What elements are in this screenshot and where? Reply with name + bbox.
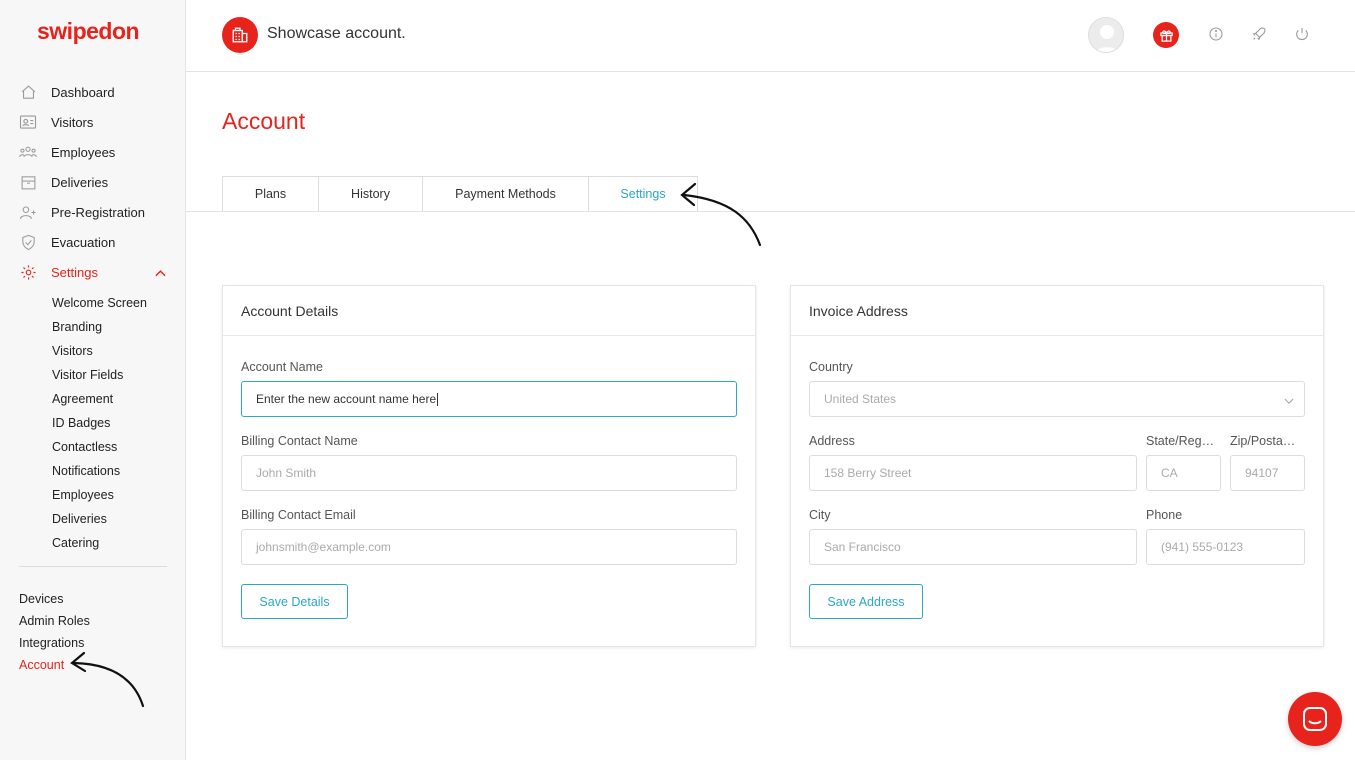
sidebar-item-label: Settings <box>51 264 98 280</box>
zip-label: Zip/Posta… <box>1230 434 1296 448</box>
sidebar-item-settings[interactable]: Settings <box>0 257 185 287</box>
sidebar-nav: Dashboard Visitors Employees Deliveries … <box>0 77 185 555</box>
swipedon-logo[interactable]: swipedon <box>37 18 140 45</box>
sidebar-item-dashboard[interactable]: Dashboard <box>0 77 185 107</box>
top-header: Showcase account. <box>186 0 1355 72</box>
power-icon[interactable] <box>1293 25 1311 43</box>
gear-icon <box>19 263 37 281</box>
info-icon[interactable] <box>1207 25 1225 43</box>
country-value: United States <box>824 392 897 406</box>
text-cursor <box>437 392 439 406</box>
billing-contact-name-label: Billing Contact Name <box>241 434 358 448</box>
people-icon <box>19 143 37 161</box>
billing-contact-email-label: Billing Contact Email <box>241 508 356 522</box>
sidebar-item-label: Dashboard <box>51 84 115 100</box>
chevron-down-icon <box>1284 394 1294 408</box>
sidebar-item-label: Evacuation <box>51 234 116 250</box>
submenu-item-deliveries[interactable]: Deliveries <box>52 507 185 531</box>
address-label: Address <box>809 434 855 448</box>
sidebar-item-label: Employees <box>51 144 116 160</box>
submenu-item-notifications[interactable]: Notifications <box>52 459 185 483</box>
sidebar-item-label: Deliveries <box>51 174 109 190</box>
country-label: Country <box>809 360 853 374</box>
chat-launcher-button[interactable] <box>1288 692 1342 746</box>
account-tabs: Plans History Payment Methods Settings <box>222 176 698 212</box>
submenu-item-visitor-fields[interactable]: Visitor Fields <box>52 363 185 387</box>
account-name-input[interactable]: Enter the new account name here <box>241 381 737 417</box>
submenu-item-agreement[interactable]: Agreement <box>52 387 185 411</box>
annotation-arrow-settings <box>680 182 762 247</box>
org-name: Showcase account. <box>267 25 406 42</box>
address-input[interactable]: 158 Berry Street <box>809 455 1137 491</box>
sidebar: swipedon Dashboard Visitors Employees De… <box>0 0 186 760</box>
phone-input[interactable]: (941) 555-0123 <box>1146 529 1305 565</box>
city-input[interactable]: San Francisco <box>809 529 1137 565</box>
submenu-item-id-badges[interactable]: ID Badges <box>52 411 185 435</box>
id-card-icon <box>19 113 37 131</box>
submenu-item-contactless[interactable]: Contactless <box>52 435 185 459</box>
zip-input[interactable]: 94107 <box>1230 455 1305 491</box>
billing-contact-name-input[interactable]: John Smith <box>241 455 737 491</box>
page-title: Account <box>222 108 306 134</box>
card-title: Account Details <box>223 286 755 336</box>
card-title: Invoice Address <box>791 286 1323 336</box>
state-input[interactable]: CA <box>1146 455 1221 491</box>
rocket-icon[interactable] <box>1250 25 1268 43</box>
city-label: City <box>809 508 831 522</box>
state-label: State/Reg… <box>1146 434 1215 448</box>
invoice-address-card: Invoice Address Country United States Ad… <box>790 285 1324 647</box>
chevron-up-icon[interactable] <box>155 265 166 280</box>
add-user-icon <box>19 203 37 221</box>
settings-submenu: Welcome Screen Branding Visitors Visitor… <box>0 287 185 555</box>
account-name-value: Enter the new account name here <box>256 392 437 406</box>
sidebar-item-label: Visitors <box>51 114 94 130</box>
submenu-item-visitors[interactable]: Visitors <box>52 339 185 363</box>
user-avatar[interactable] <box>1088 17 1124 53</box>
tab-plans[interactable]: Plans <box>222 176 318 212</box>
sidebar-item-evacuation[interactable]: Evacuation <box>0 227 185 257</box>
account-details-card: Account Details Account Name Enter the n… <box>222 285 756 647</box>
submenu-item-catering[interactable]: Catering <box>52 531 185 555</box>
home-icon <box>19 83 37 101</box>
sidebar-item-pre-registration[interactable]: Pre-Registration <box>0 197 185 227</box>
billing-contact-email-input[interactable]: johnsmith@example.com <box>241 529 737 565</box>
sidebar-item-employees[interactable]: Employees <box>0 137 185 167</box>
sidebar-item-devices[interactable]: Devices <box>19 588 90 610</box>
gift-icon[interactable] <box>1153 22 1179 48</box>
tab-history[interactable]: History <box>318 176 422 212</box>
submenu-item-employees[interactable]: Employees <box>52 483 185 507</box>
submenu-item-branding[interactable]: Branding <box>52 315 185 339</box>
phone-label: Phone <box>1146 508 1183 522</box>
sidebar-divider <box>19 566 167 567</box>
box-icon <box>19 173 37 191</box>
sidebar-item-deliveries[interactable]: Deliveries <box>0 167 185 197</box>
chat-icon <box>1303 707 1327 731</box>
tabs-baseline <box>186 211 1355 212</box>
sidebar-item-label: Pre-Registration <box>51 204 145 220</box>
sidebar-item-visitors[interactable]: Visitors <box>0 107 185 137</box>
tab-payment-methods[interactable]: Payment Methods <box>422 176 588 212</box>
submenu-item-welcome-screen[interactable]: Welcome Screen <box>52 291 185 315</box>
save-details-button[interactable]: Save Details <box>241 584 348 619</box>
annotation-arrow-account <box>70 651 145 708</box>
account-name-label: Account Name <box>241 360 323 374</box>
country-select[interactable]: United States <box>809 381 1305 417</box>
sidebar-item-admin-roles[interactable]: Admin Roles <box>19 610 90 632</box>
shield-icon <box>19 233 37 251</box>
org-building-icon[interactable] <box>222 17 258 53</box>
save-address-button[interactable]: Save Address <box>809 584 923 619</box>
